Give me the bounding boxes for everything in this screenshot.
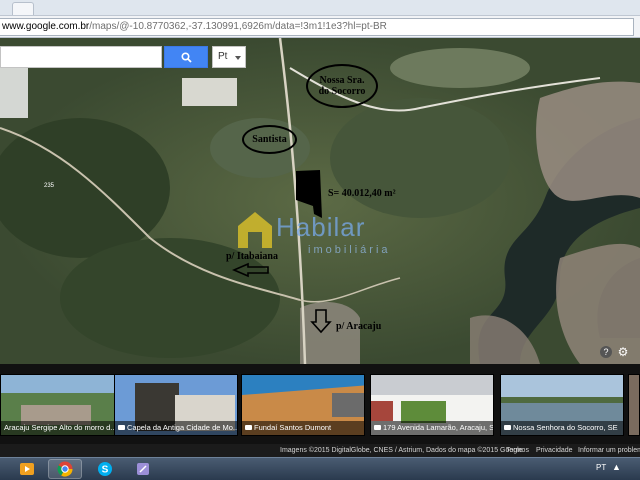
photo-caption-text: 179 Avenida Lamarão, Aracaju, SE: [383, 423, 493, 432]
photo-caption: Capela da Antiga Cidade de Mo...: [115, 421, 237, 435]
photo-carousel: Aracaju Sergipe Alto do morro d... Capel…: [0, 364, 640, 444]
annotation-santista: Santista: [242, 125, 297, 154]
camera-icon: [374, 424, 381, 430]
taskbar-skype[interactable]: S: [88, 459, 122, 479]
photo-card[interactable]: Aracaju Sergipe Alto do morro d...: [0, 374, 124, 436]
side-panel-edge[interactable]: [0, 68, 28, 118]
annotation-socorro-line1: Nossa Sra.: [319, 75, 365, 86]
skype-icon: S: [98, 462, 112, 476]
annotation-socorro: Nossa Sra. do Socorro: [306, 64, 378, 108]
help-label: ?: [603, 347, 609, 357]
house-icon: [238, 212, 272, 248]
search-icon: [180, 51, 192, 63]
taskbar-chrome[interactable]: [48, 459, 82, 479]
photo-caption: 179 Avenida Lamarão, Aracaju, SE: [371, 421, 493, 435]
svg-text:S: S: [102, 465, 109, 476]
imagery-credit: Imagens ©2015 DigitalGlobe, CNES / Astri…: [280, 447, 523, 454]
help-button[interactable]: ?: [600, 346, 612, 358]
settings-button[interactable]: ⚙: [617, 345, 629, 359]
browser-tab[interactable]: [12, 2, 34, 15]
media-player-icon: [20, 463, 34, 475]
camera-icon: [504, 424, 511, 430]
search-button[interactable]: [164, 46, 208, 68]
privacy-link[interactable]: Privacidade: [536, 444, 573, 457]
url-path: /maps/@-10.8770362,-37.130991,6926m/data…: [89, 21, 387, 32]
taskbar: S PT ▲: [0, 457, 640, 480]
annotation-aracaju: p/ Aracaju: [336, 321, 382, 332]
camera-icon: [118, 424, 125, 430]
annotation-socorro-line2: do Socorro: [318, 86, 366, 97]
photo-card[interactable]: Capela da Antiga Cidade de Mo...: [114, 374, 238, 436]
photo-thumbnail: [629, 375, 639, 435]
tray-expand-icon[interactable]: ▲: [612, 462, 621, 472]
report-problem-link[interactable]: Informar um problema: [578, 444, 640, 457]
photo-caption: Fundaí Santos Dumont: [242, 421, 364, 435]
address-bar[interactable]: www.google.com.br/maps/@-10.8770362,-37.…: [0, 18, 634, 36]
satellite-map[interactable]: 235 Pt Nossa Sra. do Socorro Santista S=…: [0, 38, 640, 364]
taskbar-media-player[interactable]: [10, 459, 44, 479]
photo-caption-text: Nossa Senhora do Socorro, SE: [513, 423, 618, 432]
language-select[interactable]: Pt: [212, 46, 246, 68]
url-host: www.google.com.br: [2, 21, 90, 32]
photo-card[interactable]: Fundaí Santos Dumont: [241, 374, 365, 436]
app-icon: [137, 463, 149, 475]
gear-icon: ⚙: [617, 345, 629, 359]
photo-card[interactable]: 179 Avenida Lamarão, Aracaju, SE: [370, 374, 494, 436]
browser-toolbar: www.google.com.br/maps/@-10.8770362,-37.…: [0, 16, 640, 38]
photo-card[interactable]: Nossa Senhora do Socorro, SE: [500, 374, 624, 436]
tray-language[interactable]: PT: [596, 463, 606, 472]
photo-card[interactable]: [628, 374, 640, 436]
road-label: 235: [44, 183, 55, 189]
watermark-logo: Habilar imobiliária: [236, 210, 404, 264]
map-attribution: Imagens ©2015 DigitalGlobe, CNES / Astri…: [0, 444, 640, 457]
start-button[interactable]: [0, 459, 6, 479]
language-select-value: Pt: [218, 51, 228, 62]
camera-icon: [245, 424, 252, 430]
search-input[interactable]: [0, 46, 162, 68]
photo-caption-text: Capela da Antiga Cidade de Mo...: [127, 423, 237, 432]
photo-caption: Aracaju Sergipe Alto do morro d...: [1, 421, 123, 435]
annotation-area: S= 40.012,40 m²: [328, 188, 396, 199]
photo-caption: Nossa Senhora do Socorro, SE: [501, 421, 623, 435]
browser-tabstrip: [0, 0, 640, 16]
watermark-title: Habilar: [276, 212, 366, 242]
chrome-icon: [57, 461, 73, 477]
photo-caption-text: Fundaí Santos Dumont: [254, 423, 332, 432]
annotation-santista-text: Santista: [252, 134, 287, 145]
terms-link[interactable]: Termos: [506, 444, 529, 457]
watermark-subtitle: imobiliária: [308, 244, 391, 256]
taskbar-app[interactable]: [126, 459, 160, 479]
chevron-down-icon: [235, 56, 241, 60]
